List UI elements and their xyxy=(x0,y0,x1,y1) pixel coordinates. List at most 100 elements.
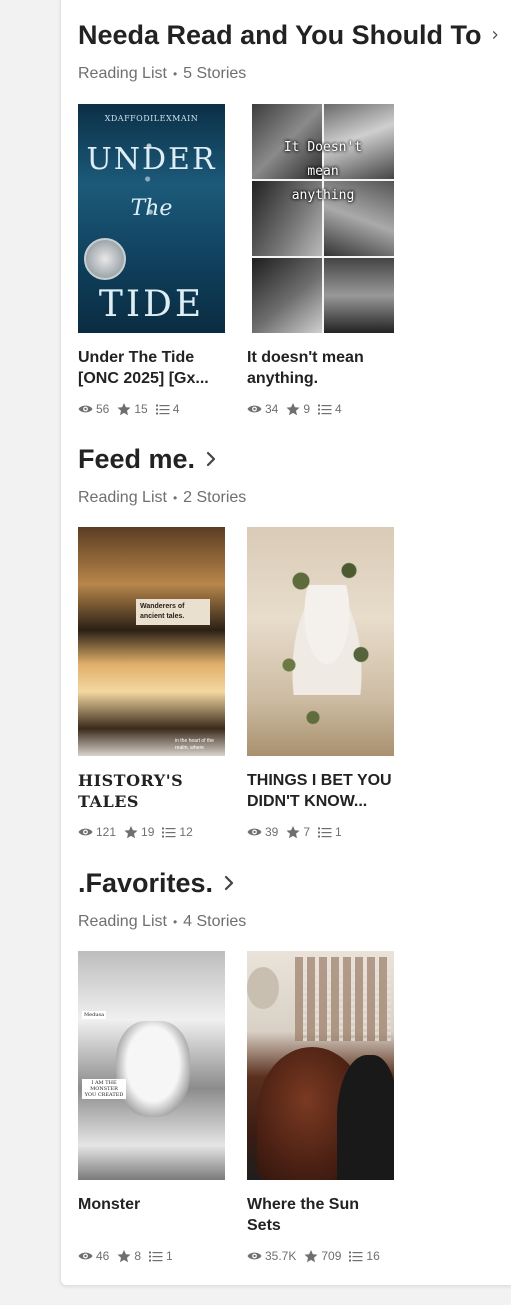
reading-list-title-link[interactable]: Needa Read and You Should To xyxy=(78,18,498,52)
reading-list-section: Needa Read and You Should To Reading Lis… xyxy=(78,18,498,84)
story-count: 5 Stories xyxy=(183,65,247,82)
parts-stat: 4 xyxy=(155,402,180,416)
cover-foliage xyxy=(265,539,385,749)
star-icon xyxy=(124,825,138,838)
story-title[interactable]: HISTORY'S TALES xyxy=(78,770,228,812)
cover-figure xyxy=(337,1055,394,1180)
story-title[interactable]: Monster xyxy=(78,1194,228,1236)
reads-count: 56 xyxy=(96,402,110,416)
reads-stat: 35.7K xyxy=(247,1249,296,1263)
parts-stat: 1 xyxy=(318,825,342,839)
list-icon xyxy=(318,404,332,414)
votes-count: 8 xyxy=(134,1249,142,1263)
star-icon xyxy=(304,1249,318,1262)
reading-list-title: Feed me. xyxy=(78,443,196,474)
story-title[interactable]: It doesn't mean anything. xyxy=(247,347,397,389)
story-cover[interactable] xyxy=(247,527,394,756)
cover-title-word: UNDER xyxy=(86,142,217,177)
chevron-right-icon xyxy=(224,875,234,891)
parts-count: 12 xyxy=(179,825,193,839)
cover-caption: in the heart of the realm, where xyxy=(175,738,214,751)
story-cover[interactable] xyxy=(247,951,394,1180)
parts-count: 1 xyxy=(335,825,342,839)
cover-author: XDAFFODILEXMAIN xyxy=(104,114,199,123)
story-stats: 121 19 12 xyxy=(78,824,228,840)
reading-list-meta: Reading List • 2 Stories xyxy=(78,488,498,508)
cover-text: It Doesn't mean anything xyxy=(252,136,394,208)
parts-count: 4 xyxy=(172,402,180,416)
parts-stat: 4 xyxy=(318,402,342,416)
votes-stat: 15 xyxy=(117,402,148,416)
cover-text-line: mean xyxy=(307,164,339,179)
reads-stat: 121 xyxy=(78,825,116,839)
eye-icon xyxy=(78,405,93,413)
story-stats: 46 8 1 xyxy=(78,1248,228,1264)
separator-dot: • xyxy=(172,67,178,81)
story-stats: 56 15 4 xyxy=(78,401,228,417)
reads-stat: 34 xyxy=(247,402,278,416)
parts-count: 16 xyxy=(366,1249,380,1263)
story-cover[interactable]: Medusa I AM THE MONSTER YOU CREATED xyxy=(78,951,225,1180)
list-icon xyxy=(349,1251,363,1261)
votes-count: 9 xyxy=(303,402,311,416)
cover-text-line: anything xyxy=(291,188,355,203)
votes-stat: 9 xyxy=(286,402,310,416)
eye-icon xyxy=(247,1252,262,1260)
reading-list-label: Reading List xyxy=(78,913,167,930)
story-count: 4 Stories xyxy=(183,913,247,930)
reading-list-section: Feed me. Reading List • 2 Stories xyxy=(78,442,498,508)
chevron-right-icon xyxy=(206,451,216,467)
award-seal xyxy=(84,238,126,280)
reads-stat: 39 xyxy=(247,825,278,839)
reading-list-title-link[interactable]: .Favorites. xyxy=(78,866,498,900)
story-card[interactable]: XDAFFODILEXMAIN UNDER The TIDE Under The… xyxy=(78,104,228,417)
story-cover[interactable]: It Doesn't mean anything xyxy=(252,104,394,333)
votes-stat: 7 xyxy=(286,825,310,839)
reads-stat: 46 xyxy=(78,1249,109,1263)
reads-stat: 56 xyxy=(78,402,109,416)
reading-list-label: Reading List xyxy=(78,489,167,506)
parts-stat: 12 xyxy=(162,825,193,839)
separator-dot: • xyxy=(172,491,178,505)
story-stats: 39 7 1 xyxy=(247,824,397,840)
story-card[interactable]: THINGS I BET YOU DIDN'T KNOW... 39 7 1 xyxy=(247,527,397,840)
list-icon xyxy=(318,827,332,837)
votes-stat: 19 xyxy=(124,825,154,839)
reading-list-meta: Reading List • 5 Stories xyxy=(78,64,498,84)
cover-clock xyxy=(247,967,279,1009)
cover-text-line: It Doesn't xyxy=(283,140,363,155)
reading-list-title: .Favorites. xyxy=(78,867,214,898)
reading-list-title: Needa Read and You Should To xyxy=(78,19,482,50)
votes-stat: 709 xyxy=(304,1249,341,1263)
list-icon xyxy=(162,827,176,837)
cover-title-word: TIDE xyxy=(98,284,205,325)
votes-count: 19 xyxy=(141,825,155,839)
votes-stat: 8 xyxy=(117,1249,141,1263)
story-title[interactable]: THINGS I BET YOU DIDN'T KNOW... xyxy=(247,770,397,812)
reads-count: 39 xyxy=(265,825,279,839)
star-icon xyxy=(117,402,131,415)
reads-count: 46 xyxy=(96,1249,110,1263)
cover-title-word: The xyxy=(130,196,173,221)
cover-photo-wall xyxy=(295,957,391,1041)
cover-tag: Medusa xyxy=(82,1011,107,1019)
story-card[interactable]: Medusa I AM THE MONSTER YOU CREATED Mons… xyxy=(78,951,228,1264)
story-cover[interactable]: XDAFFODILEXMAIN UNDER The TIDE xyxy=(78,104,225,333)
story-count: 2 Stories xyxy=(183,489,247,506)
votes-count: 709 xyxy=(321,1249,342,1263)
story-cover[interactable]: Wanderers of ancient tales. in the heart… xyxy=(78,527,225,756)
list-icon xyxy=(149,1251,163,1261)
star-icon xyxy=(286,402,300,415)
story-title[interactable]: Where the Sun Sets xyxy=(247,1194,397,1236)
votes-count: 7 xyxy=(303,825,311,839)
reads-count: 34 xyxy=(265,402,279,416)
story-card[interactable]: It Doesn't mean anything It doesn't mean… xyxy=(247,104,397,417)
story-card[interactable]: Wanderers of ancient tales. in the heart… xyxy=(78,527,228,840)
parts-stat: 1 xyxy=(149,1249,173,1263)
story-card[interactable]: Where the Sun Sets 35.7K 709 16 xyxy=(247,951,397,1264)
votes-count: 15 xyxy=(134,402,148,416)
reading-list-title-link[interactable]: Feed me. xyxy=(78,442,498,476)
parts-stat: 16 xyxy=(349,1249,380,1263)
story-title[interactable]: Under The Tide [ONC 2025] [Gx... xyxy=(78,347,228,389)
reading-list-section: .Favorites. Reading List • 4 Stories xyxy=(78,866,498,932)
